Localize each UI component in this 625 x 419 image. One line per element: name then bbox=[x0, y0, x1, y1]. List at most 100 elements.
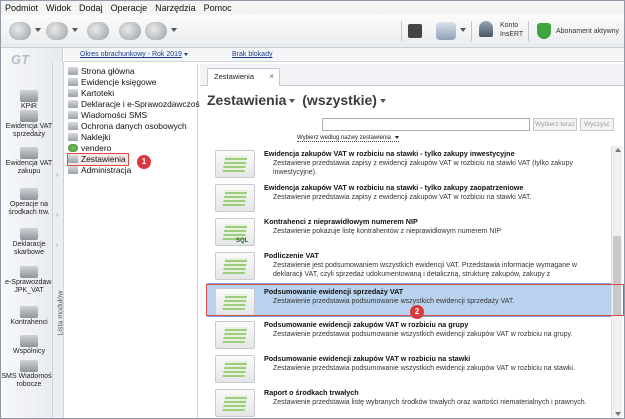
nav-kartoteki[interactable]: Kartoteki bbox=[68, 88, 114, 99]
list-item[interactable]: Ewidencja zakupów VAT w rozbiciu na staw… bbox=[207, 146, 611, 180]
list-item[interactable]: Podliczenie VAT Zestawienie jest podsumo… bbox=[207, 248, 611, 284]
print-icon[interactable] bbox=[119, 22, 141, 40]
nav-ochrona-danych[interactable]: Ochrona danych osobowych bbox=[68, 121, 187, 132]
report-thumbnail-icon bbox=[215, 252, 255, 280]
ledger-icon bbox=[68, 78, 78, 86]
module-ewidencja-sprzedazy[interactable]: Ewidencja VAT sprzedaży bbox=[1, 110, 57, 139]
declaration-icon bbox=[20, 228, 38, 240]
clear-button[interactable]: Wyczyść bbox=[580, 118, 614, 131]
highlight-frame bbox=[206, 284, 624, 316]
user-icon[interactable] bbox=[479, 21, 493, 37]
chevron-down-icon[interactable] bbox=[289, 99, 296, 104]
chevron-down-icon[interactable] bbox=[460, 28, 466, 32]
item-description: Zestawienie przedstawia podsumowanie wsz… bbox=[273, 365, 575, 372]
item-description: Zestawienie przedstawia podsumowanie wsz… bbox=[273, 331, 573, 338]
nav-administracja[interactable]: Administracja bbox=[68, 165, 131, 176]
toolbar-divider bbox=[401, 21, 402, 41]
module-deklaracje[interactable]: Deklaracje skarbowe bbox=[1, 228, 57, 257]
sort-selector[interactable]: Wybierz według nazwy zestawienia bbox=[297, 135, 399, 142]
sql-report-icon: SQL bbox=[215, 218, 255, 246]
wand-icon[interactable] bbox=[9, 22, 31, 40]
list-scrollbar[interactable] bbox=[611, 146, 622, 418]
abonament-status[interactable]: Abonament aktywny bbox=[556, 27, 619, 36]
nav-wiadomosci-sms[interactable]: Wiadomości SMS bbox=[68, 110, 147, 121]
chevron-down-icon[interactable] bbox=[379, 99, 386, 104]
module-srodki-trwale[interactable]: Operacje na środkach trw. bbox=[1, 188, 57, 217]
item-title: Podsumowanie ewidencji zakupów VAT w roz… bbox=[264, 354, 471, 363]
sms-icon bbox=[68, 111, 78, 119]
box-icon[interactable] bbox=[408, 24, 422, 38]
menu-podmiot[interactable]: Podmiot bbox=[1, 3, 42, 13]
nav-label: Ewidencje księgowe bbox=[81, 77, 157, 87]
module-wspolnicy[interactable]: Wspólnicy bbox=[1, 335, 57, 356]
list-item[interactable]: Ewidencja zakupów VAT w rozbiciu na staw… bbox=[207, 180, 611, 214]
chevron-right-icon: › bbox=[56, 242, 59, 249]
list-item[interactable]: Podsumowanie ewidencji zakupów VAT w roz… bbox=[207, 351, 611, 385]
nav-ewidencje-ksiegowe[interactable]: Ewidencje księgowe bbox=[68, 77, 156, 88]
partners-icon bbox=[20, 335, 38, 347]
period-selector[interactable]: Okres obrachunkowy - Rok 2019 bbox=[80, 51, 188, 58]
list-item[interactable]: Podsumowanie ewidencji zakupów VAT w roz… bbox=[207, 317, 611, 351]
chevron-down-icon[interactable] bbox=[35, 28, 41, 32]
item-description: Zestawienie przedstawia listę wybranych … bbox=[273, 399, 587, 406]
module-list-label: Lista modułów bbox=[57, 290, 65, 336]
calculator-icon[interactable] bbox=[87, 22, 109, 40]
nav-zestawienia[interactable]: Zestawienia bbox=[67, 153, 129, 166]
nav-label: Strona główna bbox=[81, 66, 135, 76]
module-list-tab[interactable]: › › › Lista modułów bbox=[52, 62, 65, 418]
menu-narzedzia[interactable]: Narzędzia bbox=[151, 3, 200, 13]
nav-naklejki[interactable]: Naklejki bbox=[68, 132, 110, 143]
select-now-button[interactable]: Wybierz teraz bbox=[533, 118, 577, 131]
nav-label: Ochrona danych osobowych bbox=[81, 121, 187, 131]
nav-label: Deklaracje i e-Sprawozdawczość bbox=[81, 99, 204, 109]
module-label: Wspólnicy bbox=[13, 348, 45, 355]
chevron-down-icon[interactable] bbox=[171, 28, 177, 32]
heading-main[interactable]: Zestawienia bbox=[207, 92, 286, 108]
document-icon[interactable] bbox=[46, 22, 68, 40]
module-label: Kontrahenci bbox=[10, 319, 48, 326]
document-tabs: Zestawienia × bbox=[200, 64, 624, 86]
shield-icon[interactable] bbox=[537, 23, 551, 39]
tab-zestawienia[interactable]: Zestawienia × bbox=[207, 68, 280, 86]
tab-label: Zestawienia bbox=[214, 72, 255, 81]
contacts-icon bbox=[20, 306, 38, 318]
module-sms[interactable]: SMS Wiadomości robocze bbox=[1, 360, 57, 389]
menu-pomoc[interactable]: Pomoc bbox=[200, 3, 236, 13]
report-thumbnail-icon bbox=[215, 389, 255, 417]
report-thumbnail-icon bbox=[215, 150, 255, 178]
search-input[interactable] bbox=[322, 118, 530, 131]
menu-operacje[interactable]: Operacje bbox=[107, 3, 152, 13]
list-item[interactable]: Raport o środkach trwałych Zestawienie p… bbox=[207, 385, 611, 418]
blokady-link[interactable]: Brak blokady bbox=[232, 51, 272, 58]
cloud-icon[interactable] bbox=[436, 22, 456, 40]
item-description: Zestawienie jest podsumowaniem wszystkic… bbox=[273, 262, 577, 278]
report-thumbnail-icon bbox=[215, 184, 255, 212]
nav-label: Kartoteki bbox=[81, 88, 115, 98]
nav-label: Naklejki bbox=[81, 132, 111, 142]
nav-deklaracje[interactable]: Deklaracje i e-Sprawozdawczość bbox=[68, 99, 204, 110]
scroll-down-icon[interactable] bbox=[615, 412, 621, 416]
module-kpir[interactable]: KPiR bbox=[1, 90, 57, 111]
heading-filter[interactable]: (wszystkie) bbox=[302, 92, 377, 108]
module-kontrahenci[interactable]: Kontrahenci bbox=[1, 306, 57, 327]
help-icon[interactable] bbox=[145, 22, 167, 40]
list-item[interactable]: SQL Kontrahenci z nieprawidłowym numerem… bbox=[207, 214, 611, 248]
nav-vendero[interactable]: vendero bbox=[68, 143, 111, 154]
folder-icon bbox=[68, 89, 78, 97]
module-ewidencja-zakupu[interactable]: Ewidencja VAT zakupu bbox=[1, 147, 57, 176]
chevron-right-icon: › bbox=[56, 212, 59, 219]
menu-widok[interactable]: Widok bbox=[42, 3, 75, 13]
scroll-up-icon[interactable] bbox=[615, 148, 621, 152]
konto-insert[interactable]: Konto InsERT bbox=[500, 21, 523, 39]
chevron-down-icon[interactable] bbox=[72, 28, 78, 32]
nav-strona-glowna[interactable]: Strona główna bbox=[68, 66, 135, 77]
close-icon[interactable]: × bbox=[269, 69, 274, 85]
item-description: Zestawienie przedstawia zapisy z ewidenc… bbox=[273, 160, 573, 176]
sms-icon bbox=[20, 360, 38, 372]
item-title: Podliczenie VAT bbox=[264, 251, 319, 260]
toolbar: Konto InsERT Abonament aktywny bbox=[1, 15, 624, 48]
item-title: Ewidencja zakupów VAT w rozbiciu na staw… bbox=[264, 149, 515, 158]
module-jpk-vat[interactable]: e-Sprawozdaw. JPK_VAT bbox=[1, 266, 57, 295]
menu-dodaj[interactable]: Dodaj bbox=[75, 3, 107, 13]
app-logo: GT bbox=[11, 52, 30, 67]
